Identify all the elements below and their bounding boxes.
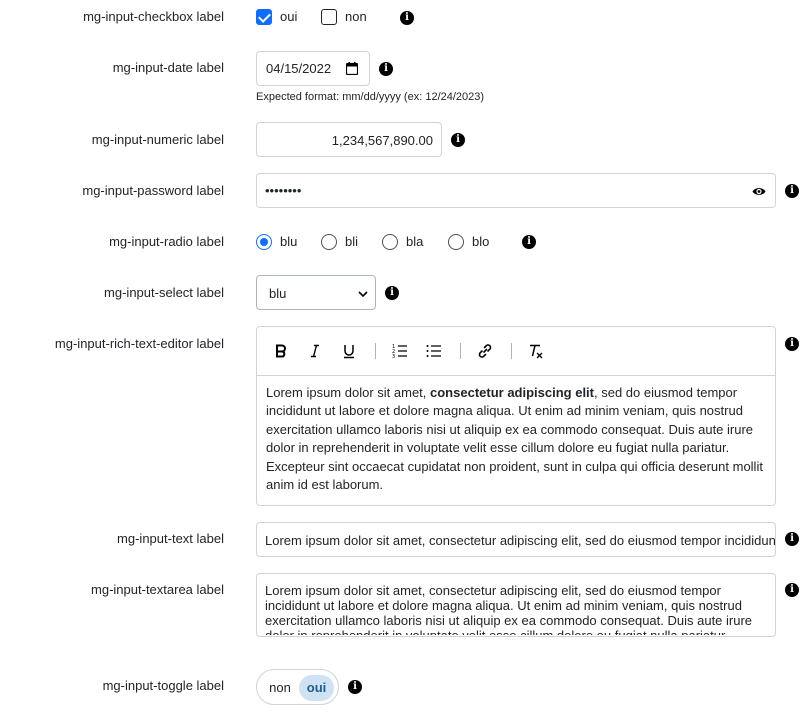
radio-blu[interactable] [256, 234, 272, 250]
svg-text:3: 3 [392, 354, 395, 359]
textarea-input[interactable]: Lorem ipsum dolor sit amet, consectetur … [256, 573, 776, 637]
checkbox-oui[interactable] [256, 9, 272, 25]
numeric-input[interactable]: 1,234,567,890.00 [256, 122, 442, 157]
checkbox-non-label[interactable]: non [345, 9, 367, 24]
info-icon[interactable]: i [379, 62, 393, 76]
calendar-icon[interactable] [345, 62, 359, 78]
bold-icon[interactable] [270, 341, 292, 361]
radio-label: mg-input-radio label [109, 234, 224, 249]
toggle-option-oui[interactable]: oui [299, 675, 334, 701]
info-icon[interactable]: i [385, 286, 399, 300]
toggle-option-non[interactable]: non [263, 675, 297, 701]
date-input[interactable]: 04/15/2022 [256, 51, 370, 86]
info-icon[interactable]: i [400, 11, 414, 25]
toggle-switch[interactable]: non oui [256, 669, 339, 705]
password-value: •••••••• [265, 183, 302, 198]
bullet-list-icon[interactable] [423, 341, 445, 361]
underline-icon[interactable] [338, 341, 360, 361]
date-label: mg-input-date label [112, 60, 224, 75]
rich-text-plain-end: , sed do eiusmod tempor incididunt ut la… [266, 385, 763, 493]
radio-blo[interactable] [448, 234, 464, 250]
text-value: Lorem ipsum dolor sit amet, consectetur … [265, 533, 776, 548]
toolbar-separator [511, 343, 512, 359]
numeric-value: 1,234,567,890.00 [331, 133, 433, 148]
radio-blu-label[interactable]: blu [280, 234, 297, 249]
checkbox-label: mg-input-checkbox label [83, 9, 224, 24]
rich-text-label: mg-input-rich-text-editor label [54, 336, 224, 351]
text-label: mg-input-text label [117, 531, 224, 546]
text-input[interactable]: Lorem ipsum dolor sit amet, consectetur … [256, 522, 776, 557]
info-icon[interactable]: i [522, 235, 536, 249]
toggle-label: mg-input-toggle label [102, 678, 224, 693]
rich-text-plain-start: Lorem ipsum dolor sit amet, [266, 385, 431, 400]
radio-bli-label[interactable]: bli [345, 234, 358, 249]
rich-text-editor[interactable]: 123 Lorem ipsum dolor sit amet, consecte… [256, 326, 776, 506]
date-help-text: Expected format: mm/dd/yyyy (ex: 12/24/2… [256, 91, 485, 103]
info-icon[interactable]: i [785, 337, 799, 351]
toolbar-separator [375, 343, 376, 359]
rich-text-toolbar: 123 [257, 327, 775, 376]
info-icon[interactable]: i [785, 184, 799, 198]
radio-bla-label[interactable]: bla [406, 234, 423, 249]
textarea-label: mg-input-textarea label [91, 582, 224, 597]
select-value: blu [269, 286, 287, 301]
date-value: 04/15/2022 [266, 61, 332, 76]
toolbar-separator [460, 343, 461, 359]
password-label: mg-input-password label [82, 183, 224, 198]
select-label: mg-input-select label [104, 285, 224, 300]
radio-bla[interactable] [382, 234, 398, 250]
password-input[interactable]: •••••••• [256, 173, 776, 208]
eye-icon[interactable] [752, 185, 766, 200]
chevron-down-icon[interactable] [358, 287, 368, 302]
clear-format-icon[interactable] [525, 341, 547, 361]
radio-blo-label[interactable]: blo [472, 234, 489, 249]
select-input[interactable]: blu [256, 275, 376, 310]
ordered-list-icon[interactable]: 123 [389, 341, 411, 361]
checkbox-oui-label[interactable]: oui [280, 9, 297, 24]
info-icon[interactable]: i [785, 532, 799, 546]
checkbox-non[interactable] [321, 9, 337, 25]
numeric-label: mg-input-numeric label [91, 132, 224, 147]
rich-text-bold: consectetur adipiscing elit [430, 385, 595, 400]
radio-bli[interactable] [321, 234, 337, 250]
italic-icon[interactable] [304, 341, 326, 361]
info-icon[interactable]: i [451, 133, 465, 147]
info-icon[interactable]: i [785, 583, 799, 597]
textarea-value: Lorem ipsum dolor sit amet, consectetur … [265, 583, 753, 635]
rich-text-content[interactable]: Lorem ipsum dolor sit amet, consectetur … [266, 384, 766, 494]
info-icon[interactable]: i [348, 680, 362, 694]
link-icon[interactable] [474, 341, 496, 361]
